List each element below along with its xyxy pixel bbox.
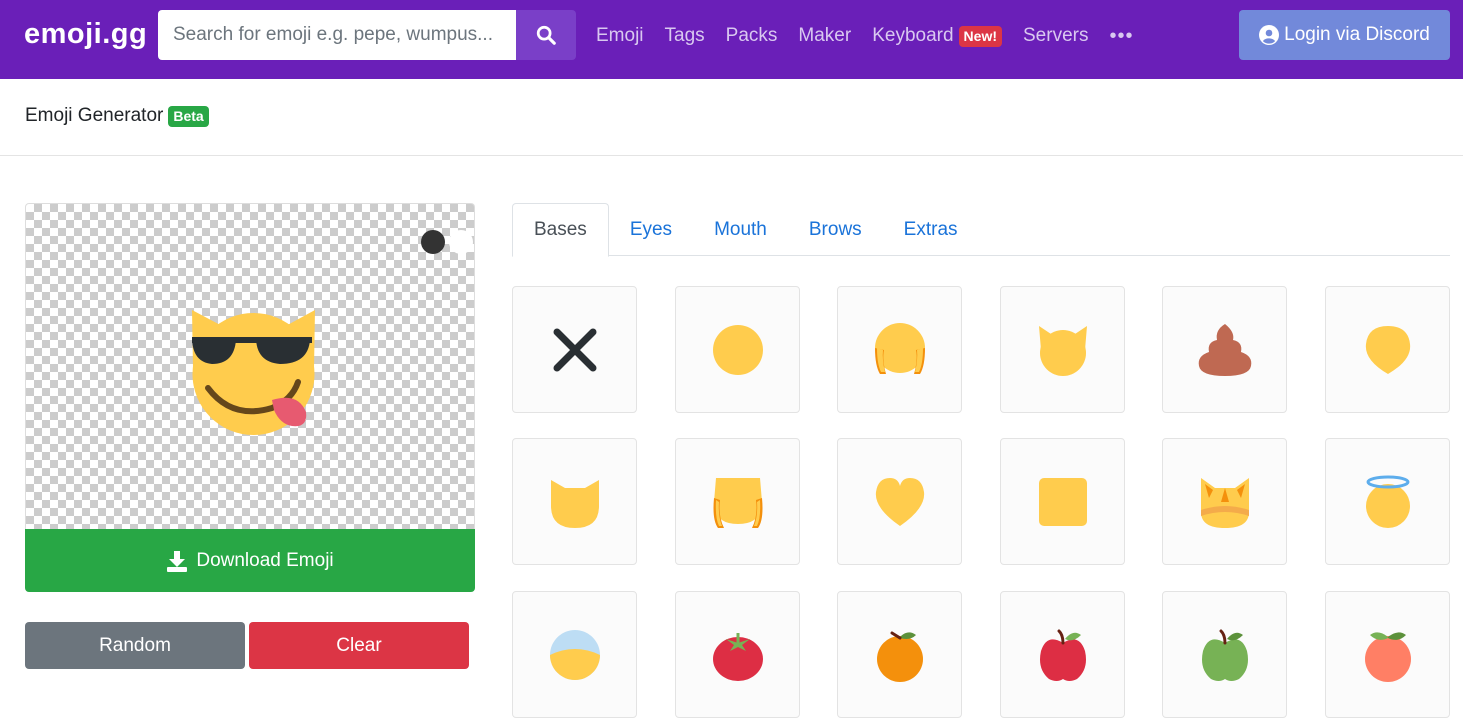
tomato-icon [712, 632, 763, 681]
tab-bases[interactable]: Bases [512, 203, 609, 257]
login-discord-button[interactable]: Login via Discord [1239, 10, 1450, 60]
none-x-icon [553, 328, 596, 371]
nav-link-keyboard[interactable]: Keyboard New! [872, 25, 1002, 47]
download-emoji-button[interactable]: Download Emoji [25, 529, 475, 592]
clear-button[interactable]: Clear [249, 622, 469, 669]
heart-face-icon [875, 477, 924, 526]
new-badge: New! [958, 25, 1002, 47]
tab-extras[interactable]: Extras [883, 203, 979, 256]
search-bar [158, 10, 576, 60]
base-option[interactable] [675, 286, 800, 413]
tab-brows[interactable]: Brows [788, 203, 883, 256]
page-header: Emoji Generator Beta [0, 79, 1463, 156]
emoji-canvas[interactable] [25, 203, 475, 529]
base-option[interactable] [512, 591, 637, 718]
halo-face-icon [1365, 475, 1410, 528]
tab-eyes[interactable]: Eyes [609, 203, 693, 256]
search-icon [536, 25, 556, 45]
base-option[interactable] [1325, 591, 1450, 718]
green-apple-icon [1201, 629, 1248, 681]
nav-link-keyboard-label: Keyboard [872, 25, 954, 46]
hair-face-icon [874, 322, 925, 374]
nav-link-maker[interactable]: Maker [798, 25, 851, 47]
round-face-icon [712, 324, 763, 375]
base-option[interactable] [837, 286, 962, 413]
long-hair-face-icon [713, 477, 762, 528]
base-option[interactable] [1000, 286, 1125, 413]
base-option[interactable] [1162, 286, 1287, 413]
part-tabs: Bases Eyes Mouth Brows Extras [512, 203, 1450, 257]
base-option[interactable] [1000, 591, 1125, 718]
base-option[interactable] [837, 591, 962, 718]
search-button[interactable] [516, 10, 576, 60]
search-input[interactable] [158, 10, 516, 60]
nav-link-tags[interactable]: Tags [665, 25, 705, 47]
base-option[interactable] [1162, 438, 1287, 565]
base-option[interactable] [512, 438, 637, 565]
beta-badge: Beta [168, 105, 209, 127]
square-face-icon [1038, 477, 1087, 526]
base-option[interactable] [1000, 438, 1125, 565]
drop-face-icon [1365, 325, 1410, 374]
apple-icon [1039, 629, 1086, 681]
base-option[interactable] [1325, 438, 1450, 565]
random-button[interactable]: Random [25, 622, 245, 669]
login-label: Login via Discord [1284, 24, 1430, 45]
download-icon [167, 550, 188, 572]
site-logo[interactable]: emoji.gg [24, 18, 147, 51]
peach-icon [1364, 631, 1411, 682]
base-option[interactable] [1325, 286, 1450, 413]
base-option[interactable] [675, 591, 800, 718]
download-label: Download Emoji [196, 549, 334, 571]
base-option[interactable] [837, 438, 962, 565]
base-option[interactable] [1162, 591, 1287, 718]
fox-face-icon [1200, 477, 1249, 528]
nav-link-packs[interactable]: Packs [726, 25, 778, 47]
horned-face-icon [1038, 325, 1087, 376]
user-circle-icon [1259, 25, 1280, 45]
more-menu-icon[interactable]: ••• [1109, 25, 1133, 48]
base-option[interactable] [675, 438, 800, 565]
theme-toggle-icon[interactable] [418, 228, 476, 256]
cool-cat-tongue-emoji [192, 310, 315, 435]
poop-icon [1198, 323, 1251, 376]
tab-mouth[interactable]: Mouth [693, 203, 788, 256]
orange-icon [876, 631, 923, 682]
nav-link-emoji[interactable]: Emoji [596, 25, 644, 47]
page-title: Emoji Generator Beta [25, 105, 209, 127]
page-title-text: Emoji Generator [25, 105, 164, 126]
cat-face-icon [550, 479, 599, 528]
nav-links: Emoji Tags Packs Maker Keyboard New! Ser… [596, 22, 1133, 50]
top-navbar: emoji.gg Emoji Tags Packs Maker Keyboard… [0, 0, 1463, 79]
nav-link-servers[interactable]: Servers [1023, 25, 1088, 47]
moon-face-icon [549, 629, 600, 680]
base-option[interactable] [512, 286, 637, 413]
